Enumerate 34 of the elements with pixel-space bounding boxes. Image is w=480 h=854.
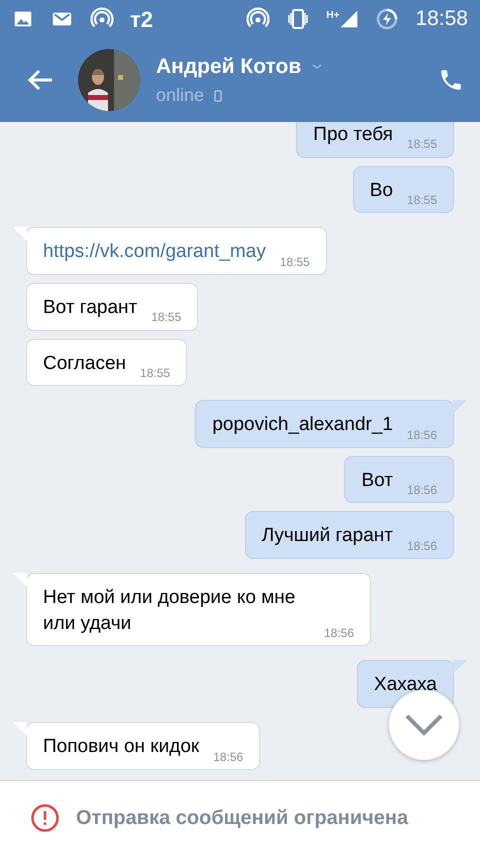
message-time: 18:56 (213, 748, 244, 765)
message-time: 18:56 (406, 426, 437, 443)
clock-time: 18:58 (415, 6, 468, 32)
vibrate-icon (286, 7, 310, 31)
signal-icon (339, 8, 360, 30)
carrier-label: т2 (130, 6, 154, 34)
message-time: 18:56 (324, 625, 354, 642)
message-text: Лучший гарант (262, 524, 393, 548)
message-time: 18:55 (140, 365, 170, 382)
message-text: Нет мой или доверие ко мне или удачи (43, 586, 296, 636)
back-button[interactable] (26, 68, 54, 92)
message-time: 18:55 (406, 192, 437, 208)
message-text: popovich_alexandr_1 (212, 413, 393, 438)
message-text: Согласен (43, 352, 126, 376)
message-time: 18:56 (406, 482, 437, 498)
message-text: Во (370, 178, 393, 203)
message-time: 18:55 (406, 136, 437, 153)
restriction-notice: Отправка сообщений ограничена (76, 806, 408, 830)
error-icon (30, 802, 60, 832)
network-type-label: H+ (326, 9, 340, 23)
battery-charging-icon (375, 7, 400, 31)
message-text: Вот гарант (43, 296, 138, 320)
message-time: 18:55 (280, 254, 310, 270)
message-text: Про тебя (313, 123, 393, 147)
presence-status: online (156, 84, 204, 108)
contact-name: Андрей Котов (156, 54, 302, 80)
message-text: Попович он кидок (43, 735, 200, 760)
chevron-down-icon (404, 713, 444, 737)
message-time: 18:55 (151, 309, 182, 326)
message-text: Хахаха (374, 673, 437, 698)
message-link[interactable]: https://vk.com/garant_may (43, 239, 266, 265)
scroll-down-button[interactable] (389, 690, 459, 760)
message-time: 18:56 (406, 538, 437, 554)
message-text: Вот (361, 468, 393, 493)
